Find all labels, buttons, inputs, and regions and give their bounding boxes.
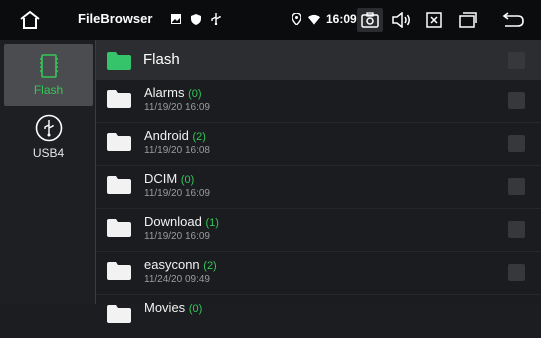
list-item[interactable]: Movies (0)	[95, 295, 541, 338]
image-icon	[170, 12, 182, 26]
row-checkbox[interactable]	[508, 178, 525, 195]
row-checkbox[interactable]	[508, 135, 525, 152]
list-item[interactable]: easyconn (2) 11/24/20 09:49	[95, 252, 541, 295]
folder-icon	[107, 219, 131, 237]
list-item[interactable]: DCIM (0) 11/19/20 16:09	[95, 166, 541, 209]
folder-icon	[107, 176, 131, 194]
file-name: Android (2)	[144, 128, 206, 143]
file-count: (1)	[205, 217, 219, 229]
back-icon	[502, 12, 524, 27]
row-checkbox[interactable]	[508, 264, 525, 281]
file-date: 11/19/20 16:09	[144, 102, 210, 113]
file-date: 11/19/20 16:09	[144, 231, 210, 242]
panel-divider	[95, 40, 96, 304]
list-item[interactable]: Alarms (0) 11/19/20 16:09	[95, 80, 541, 123]
folder-icon	[107, 262, 131, 280]
file-count: (2)	[203, 260, 217, 272]
sidebar: Flash USB4	[0, 40, 95, 304]
current-folder-header: Flash	[95, 40, 541, 80]
file-list-panel: Flash Alarms (0) 11/19/20 16:09 Android …	[95, 40, 541, 323]
folder-icon	[107, 90, 131, 108]
sidebar-item-usb4[interactable]: USB4	[4, 106, 93, 168]
usb-icon	[210, 12, 222, 26]
sidebar-item-label: Flash	[33, 83, 64, 97]
file-count: (2)	[192, 131, 206, 143]
home-button[interactable]	[16, 8, 44, 32]
list-item[interactable]: Android (2) 11/19/20 16:08	[95, 123, 541, 166]
usb-drive-icon	[35, 114, 62, 142]
app-title: FileBrowser	[78, 11, 153, 26]
row-checkbox[interactable]	[508, 221, 525, 238]
file-name: DCIM (0)	[144, 171, 195, 186]
window-icon	[459, 12, 477, 28]
shield-icon	[190, 12, 202, 26]
screenshot-button[interactable]	[357, 8, 383, 32]
home-icon	[20, 10, 40, 29]
file-name: Download (1)	[144, 214, 219, 229]
list-item[interactable]: Download (1) 11/19/20 16:09	[95, 209, 541, 252]
location-icon	[290, 12, 302, 26]
file-date: 11/19/20 16:09	[144, 188, 210, 199]
file-date: 11/19/20 16:08	[144, 145, 210, 156]
close-window-icon	[426, 12, 442, 28]
folder-icon	[107, 305, 131, 323]
back-button[interactable]	[500, 8, 526, 32]
file-count: (0)	[188, 88, 202, 100]
sidebar-item-label: USB4	[32, 146, 65, 160]
close-window-button[interactable]	[421, 8, 447, 32]
file-name: easyconn (2)	[144, 257, 217, 272]
file-name: Alarms (0)	[144, 85, 202, 100]
wifi-icon	[308, 12, 320, 26]
status-bar: FileBrowser 16:09	[0, 0, 541, 40]
folder-icon	[107, 133, 131, 151]
sd-card-icon	[39, 54, 58, 78]
select-all-checkbox[interactable]	[508, 52, 525, 69]
sidebar-item-flash[interactable]: Flash	[4, 44, 93, 106]
volume-icon	[392, 12, 410, 28]
page-title: Flash	[143, 51, 180, 68]
folder-icon	[107, 52, 131, 70]
file-count: (0)	[180, 174, 195, 186]
file-date: 11/24/20 09:49	[144, 274, 210, 285]
clock: 16:09	[326, 12, 357, 26]
row-checkbox[interactable]	[508, 92, 525, 109]
window-button[interactable]	[455, 8, 481, 32]
volume-button[interactable]	[389, 8, 415, 32]
screenshot-icon	[361, 12, 379, 28]
file-count: (0)	[188, 303, 203, 315]
file-name: Movies (0)	[144, 300, 203, 315]
